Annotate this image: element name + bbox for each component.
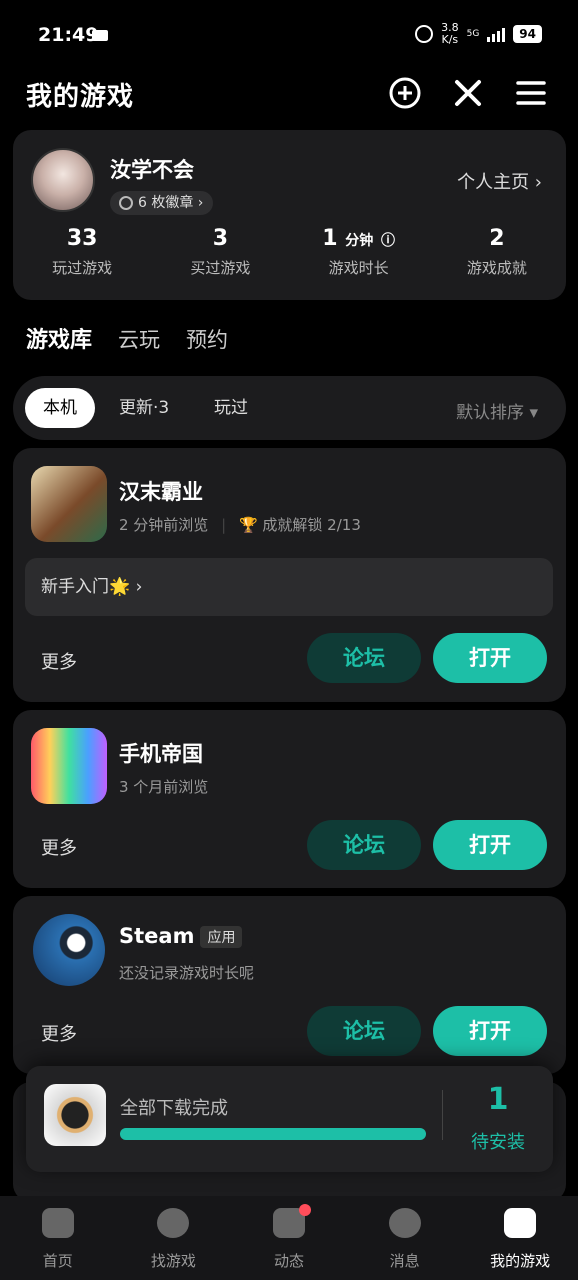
page-title: 我的游戏 (26, 82, 135, 112)
user-name: 汝学不会 (110, 158, 194, 182)
badge-count[interactable]: 6 枚徽章 › (110, 191, 214, 215)
alarm-icon (415, 25, 434, 43)
open-button[interactable]: 打开 (433, 633, 547, 683)
nav-my-games[interactable]: 我的游戏 (462, 1196, 578, 1280)
network-type: 5G (466, 29, 480, 39)
game-name: 手机帝国 (119, 742, 203, 766)
forum-button[interactable]: 论坛 (307, 1006, 421, 1056)
screen-record-icon (92, 30, 108, 41)
forum-button[interactable]: 论坛 (307, 633, 421, 683)
game-subtitle: 还没记录游戏时长呢 (119, 964, 255, 982)
game-name: 汉末霸业 (119, 480, 203, 504)
game-name: Steam 应用 (119, 924, 243, 948)
add-icon[interactable] (388, 76, 422, 110)
nav-feed[interactable]: 动态 (231, 1196, 347, 1280)
nav-messages[interactable]: 消息 (347, 1196, 463, 1280)
pending-install-label[interactable]: 待安装 (446, 1128, 550, 1154)
open-button[interactable]: 打开 (433, 1006, 547, 1056)
game-subtitle: 2 分钟前浏览 | 🏆 成就解锁 2/13 (119, 516, 361, 534)
download-panel[interactable]: 全部下载完成 1 待安装 (26, 1066, 553, 1172)
menu-icon[interactable] (514, 76, 548, 110)
status-time: 21:49 (38, 24, 99, 46)
tools-icon[interactable] (451, 76, 485, 110)
planet-icon (157, 1208, 190, 1238)
profile-card[interactable]: 汝学不会 6 枚徽章 › 个人主页 › 33 玩过游戏 3 买过游戏 1 分钟 ⓘ 游… (13, 130, 566, 300)
personal-home-link[interactable]: 个人主页 › (457, 168, 542, 194)
stat-bought[interactable]: 3 买过游戏 (151, 226, 289, 278)
library-tabs: 游戏库 云玩 预约 (26, 322, 228, 358)
nav-discover[interactable]: 找游戏 (116, 1196, 232, 1280)
download-status: 全部下载完成 (120, 1098, 228, 1119)
status-right: 3.8 K/s 5G 94 (415, 22, 542, 46)
stat-played[interactable]: 33 玩过游戏 (13, 226, 151, 278)
stat-achievements[interactable]: 2 游戏成就 (428, 226, 566, 278)
bottom-nav: 首页 找游戏 动态 消息 我的游戏 (0, 1196, 578, 1280)
download-game-icon (44, 1084, 106, 1146)
trophy-icon: 🏆 (238, 516, 258, 534)
stat-playtime[interactable]: 1 分钟 ⓘ 游戏时长 (290, 226, 428, 278)
tab-library[interactable]: 游戏库 (26, 322, 93, 358)
filter-played[interactable]: 玩过 (214, 388, 248, 428)
home-icon (41, 1208, 74, 1238)
game-icon[interactable] (31, 466, 107, 542)
signal-icon (487, 26, 506, 42)
chat-icon (388, 1208, 421, 1238)
game-icon[interactable] (31, 728, 107, 804)
game-card[interactable]: 手机帝国 3 个月前浏览 更多 论坛 打开 (13, 710, 566, 888)
pending-install-count[interactable]: 1 (446, 1082, 550, 1117)
app-header: 我的游戏 (0, 70, 578, 120)
sort-dropdown[interactable]: 默认排序 ▾ (456, 398, 538, 423)
game-card[interactable]: Steam 应用 还没记录游戏时长呢 更多 论坛 打开 (13, 896, 566, 1074)
guide-link[interactable]: 新手入门🌟 › (25, 558, 553, 616)
medal-icon (119, 196, 133, 210)
tab-reserve[interactable]: 预约 (186, 324, 228, 354)
filter-updates[interactable]: 更新·3 (119, 388, 169, 428)
more-button[interactable]: 更多 (41, 648, 77, 674)
notification-dot (298, 1204, 311, 1216)
game-subtitle: 3 个月前浏览 (119, 778, 209, 796)
game-card[interactable]: 汉末霸业 2 分钟前浏览 | 🏆 成就解锁 2/13 新手入门🌟 › 更多 论坛… (13, 448, 566, 702)
status-bar: 21:49 3.8 K/s 5G 94 (0, 0, 578, 70)
avatar[interactable] (31, 148, 95, 212)
filter-bar: 本机 更新·3 玩过 默认排序 ▾ (13, 376, 566, 440)
network-speed: 3.8 K/s (441, 21, 459, 46)
filter-local[interactable]: 本机 (25, 388, 95, 428)
steam-icon[interactable] (33, 914, 105, 986)
more-button[interactable]: 更多 (41, 1020, 77, 1046)
nav-home[interactable]: 首页 (0, 1196, 116, 1280)
profile-stats: 33 玩过游戏 3 买过游戏 1 分钟 ⓘ 游戏时长 2 游戏成就 (13, 226, 566, 278)
battery-icon: 94 (513, 25, 542, 43)
app-tag: 应用 (200, 926, 243, 948)
more-button[interactable]: 更多 (41, 834, 77, 860)
info-icon: ⓘ (380, 233, 395, 249)
forum-button[interactable]: 论坛 (307, 820, 421, 870)
gamepad-icon (504, 1208, 537, 1238)
download-progress (120, 1128, 426, 1140)
tab-cloud[interactable]: 云玩 (118, 324, 160, 354)
open-button[interactable]: 打开 (433, 820, 547, 870)
